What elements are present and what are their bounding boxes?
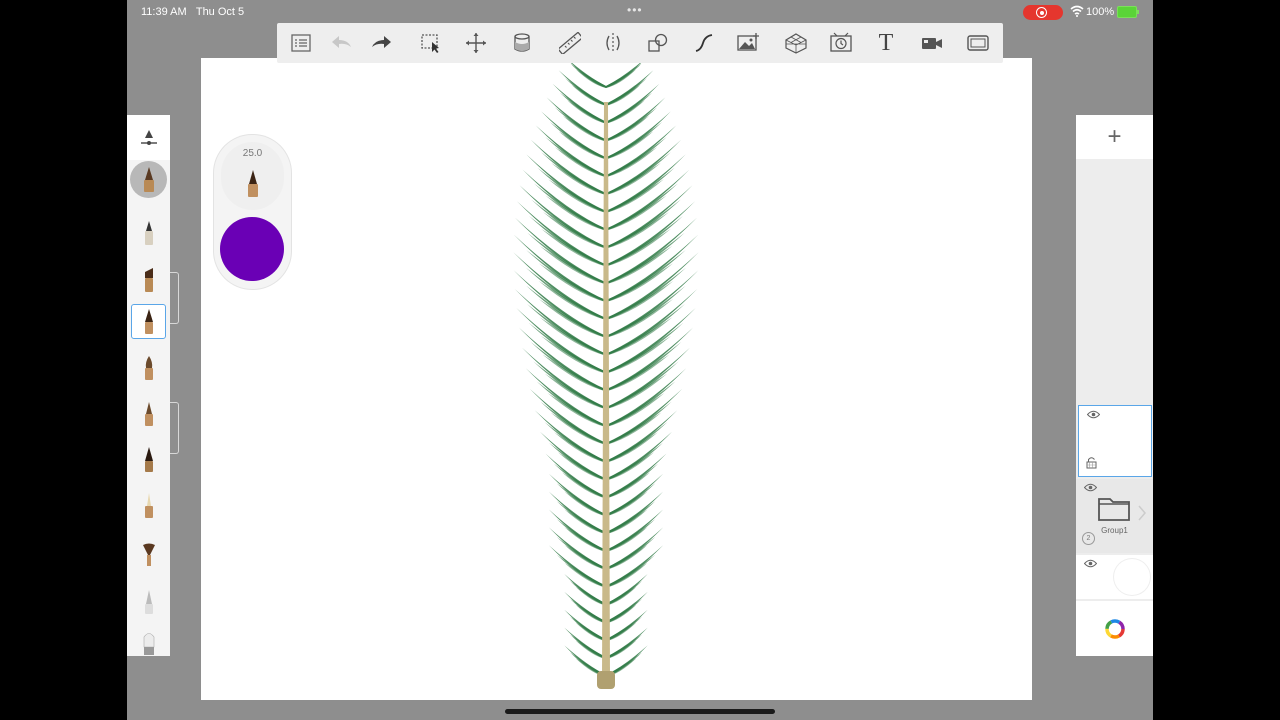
frond-leaflet [606,70,654,106]
brush-fan-icon [142,543,155,566]
current-brush-button[interactable] [130,161,167,198]
wifi-icon [1070,5,1084,17]
frond-leaflet [606,574,648,606]
curve-icon[interactable] [692,31,716,55]
ruler-icon[interactable] [558,31,582,55]
video-icon[interactable] [920,31,944,55]
brush-airbrush-button[interactable] [131,584,166,619]
frond-leaflet [564,627,606,660]
brush-size-value: 25.0 [242,148,263,159]
background-color-swatch[interactable] [1114,559,1150,595]
time-lapse-icon[interactable] [829,31,853,55]
brush-nib-icon [144,492,153,518]
fill-icon[interactable] [510,31,534,55]
brush-marker-icon [144,267,153,292]
folder-icon [1098,498,1130,521]
current-brush-icon [143,166,154,192]
drawing-canvas[interactable] [201,58,1032,700]
brush-ink-button[interactable] [131,304,166,339]
text-icon[interactable]: T [874,30,898,56]
color-wheel-icon [1104,618,1125,639]
frond-leaflet [564,591,606,624]
lock-transparency-icon[interactable] [1086,456,1097,469]
battery-percent: 100% [1086,6,1115,18]
brush-dark-pen-button[interactable] [131,442,166,477]
brush-soft-icon [143,632,154,655]
ipad-screen: 11:39 AM Thu Oct 5 ••• 100% T 25.0 + Gro… [127,0,1153,720]
record-icon [1036,7,1047,18]
redo-icon[interactable] [369,31,393,55]
brush-pencil-button[interactable] [131,215,166,250]
brush-palette-header [127,115,170,198]
brush-palette [127,115,170,656]
eye-icon[interactable] [1084,483,1097,492]
current-color-button[interactable] [220,217,284,281]
battery-icon [1117,6,1139,18]
brush-airbrush-icon [144,589,153,614]
import-image-icon[interactable] [736,31,760,55]
layer-group-item[interactable]: Group1 2 [1076,479,1153,553]
shapes-icon[interactable] [646,31,670,55]
add-layer-button[interactable]: + [1076,115,1153,159]
frond-stem [602,102,610,679]
brush-size-brush-icon [248,170,258,197]
brush-paint-button[interactable] [131,350,166,385]
perspective-icon[interactable] [784,31,808,55]
frond-leaflet [525,368,606,428]
status-time: 11:39 AM Thu Oct 5 [141,6,245,18]
frond-leaflet [606,627,648,660]
brush-soft-button[interactable] [131,625,166,660]
brush-pen-button[interactable] [131,396,166,431]
selection-icon[interactable] [419,31,443,55]
plus-icon: + [1107,123,1122,150]
status-date: Thu Oct 5 [195,6,245,18]
group-count-badge: 2 [1082,532,1095,545]
undo-icon[interactable] [330,31,354,55]
frond-leaflet [606,609,648,642]
eye-icon[interactable] [1084,559,1097,568]
frond-leaflet [535,125,606,178]
background-layer-item[interactable] [1076,555,1153,599]
brush-ink-icon [144,308,153,334]
frond-leaflet [529,388,606,445]
transform-icon[interactable] [464,31,488,55]
frond-leaflet [606,410,678,463]
layer-item-selected[interactable] [1078,405,1152,477]
frond-leaflet [606,388,683,445]
brush-palette-handle-bottom[interactable] [170,402,179,454]
brush-settings-icon[interactable] [139,128,159,148]
frond-leaflet [564,609,606,642]
multitask-dots[interactable]: ••• [627,3,643,17]
brush-pencil-icon [144,220,153,245]
frond-leaflet [558,70,606,106]
brush-puck: 25.0 [214,135,291,289]
frond-leaflet [534,410,606,463]
brush-palette-handle-top[interactable] [170,272,179,324]
layers-panel: + Group1 2 [1076,115,1153,656]
brush-fan-button[interactable] [131,536,166,571]
frond-leaflet [606,368,687,428]
screen-recording-indicator[interactable] [1023,5,1063,20]
status-bar: 11:39 AM Thu Oct 5 ••• 100% [127,0,1153,24]
frond-leaflet [564,574,606,606]
symmetry-icon[interactable] [601,31,625,55]
brush-pen-icon [144,401,153,426]
color-wheel-button[interactable] [1076,601,1153,656]
brush-nib-button[interactable] [131,488,166,523]
brush-marker-button[interactable] [131,262,166,297]
frond-leaflet [606,125,677,178]
home-indicator[interactable] [505,709,775,714]
frond-leaflet [606,591,648,624]
brush-dark-pen-icon [144,446,153,472]
eye-icon[interactable] [1087,410,1100,419]
brush-size-control[interactable]: 25.0 [221,142,284,210]
palm-frond-artwork [513,58,699,689]
brush-paint-icon [144,355,153,380]
top-toolbar: T [277,23,1003,63]
list-icon[interactable] [289,31,313,55]
fullscreen-icon[interactable] [966,31,990,55]
frond-base [597,671,615,689]
chevron-right-icon[interactable] [1137,504,1147,522]
